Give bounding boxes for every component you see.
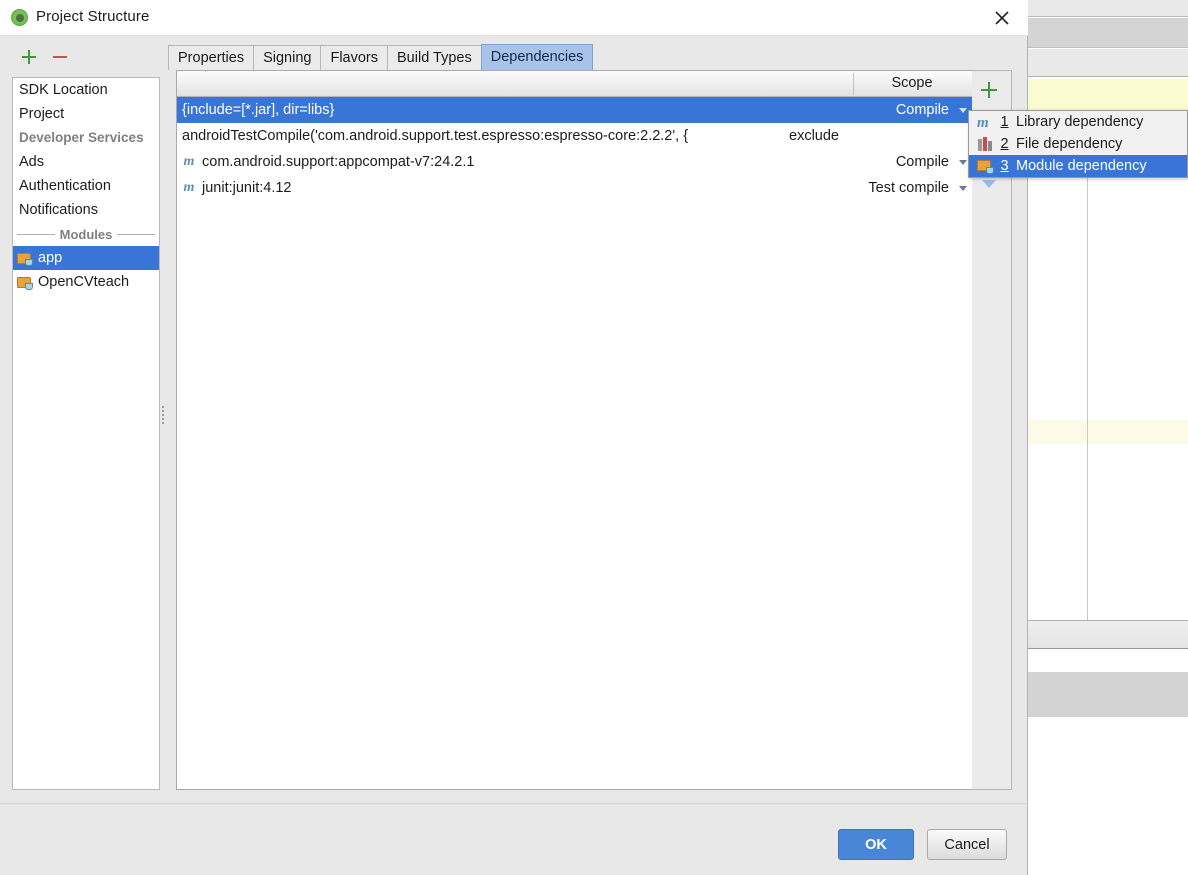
sidebar-module-opencvteach[interactable]: OpenCVteach xyxy=(13,270,159,294)
tab-properties[interactable]: Properties xyxy=(168,45,255,70)
tab-flavors[interactable]: Flavors xyxy=(320,45,389,70)
bg-editor-highlight-line xyxy=(1020,79,1188,112)
cancel-button[interactable]: Cancel xyxy=(927,829,1007,860)
dependency-exclude-label: exclude xyxy=(789,128,839,144)
dependency-scope[interactable]: Compile xyxy=(837,149,955,175)
move-down-icon[interactable] xyxy=(982,180,996,188)
table-button-strip xyxy=(972,70,1012,790)
remove-module-button[interactable] xyxy=(51,48,69,66)
bg-toolbar-band-1 xyxy=(1020,0,1188,17)
sidebar-module-label: OpenCVteach xyxy=(38,274,130,290)
menu-shortcut-number: 2 xyxy=(1000,136,1009,152)
menu-item-label: Module dependency xyxy=(1016,158,1147,174)
close-icon[interactable] xyxy=(988,4,1016,32)
android-studio-icon xyxy=(11,9,28,26)
module-folder-icon xyxy=(17,276,33,290)
maven-m-icon: m xyxy=(183,180,195,195)
sidebar-modules-separator: Modules xyxy=(13,222,159,246)
tab-signing[interactable]: Signing xyxy=(253,45,322,70)
bg-editor-area-2 xyxy=(1020,444,1188,620)
project-structure-dialog: Project Structure SDK Location Project D… xyxy=(0,0,1028,875)
menu-shortcut-number: 3 xyxy=(1000,158,1009,174)
menu-item-label: Library dependency xyxy=(1016,114,1144,130)
tab-build-types[interactable]: Build Types xyxy=(387,45,482,70)
dependencies-table: Scope {include=[*.jar], dir=libs} Compil… xyxy=(176,70,1012,790)
dependency-scope[interactable]: Test compile xyxy=(837,175,955,201)
menu-shortcut-number: 1 xyxy=(1000,114,1009,130)
sidebar-module-label: app xyxy=(38,250,63,266)
table-header-row: Scope xyxy=(177,71,1011,97)
bg-panel-white xyxy=(1020,650,1188,672)
dialog-titlebar: Project Structure xyxy=(0,0,1028,36)
sidebar-item-ads[interactable]: Ads xyxy=(13,150,159,174)
separator-line-right xyxy=(117,233,156,235)
dependency-name: androidTestCompile('com.android.support.… xyxy=(182,128,689,144)
dependency-scope[interactable]: Compile xyxy=(837,97,955,123)
books-icon xyxy=(977,137,993,151)
sidebar-item-project[interactable]: Project xyxy=(13,102,159,126)
table-row[interactable]: {include=[*.jar], dir=libs} Compile xyxy=(177,97,1011,123)
bg-panel-bottom xyxy=(1020,717,1188,875)
sidebar-module-app[interactable]: app xyxy=(13,246,159,270)
module-tabs[interactable]: Properties Signing Flavors Build Types D… xyxy=(168,44,594,70)
add-dependency-menu[interactable]: m 1 Library dependency 2 File dependency… xyxy=(968,110,1188,178)
maven-m-icon: m xyxy=(977,115,989,131)
ok-button[interactable]: OK xyxy=(838,829,914,860)
bg-toolbar-band-3 xyxy=(1020,49,1188,77)
menu-item-file-dependency[interactable]: 2 File dependency xyxy=(969,133,1187,155)
add-module-button[interactable] xyxy=(20,48,38,66)
column-header-scope[interactable]: Scope xyxy=(853,71,971,96)
dependency-name: m junit:junit:4.12 xyxy=(182,175,292,201)
bg-toolbar-band-2 xyxy=(1020,18,1188,48)
bg-panel-gray xyxy=(1020,672,1188,717)
menu-item-library-dependency[interactable]: m 1 Library dependency xyxy=(969,111,1187,133)
module-folder-icon xyxy=(977,159,994,174)
sidebar-item-notifications[interactable]: Notifications xyxy=(13,198,159,222)
menu-item-label: File dependency xyxy=(1016,136,1123,152)
separator-line-left xyxy=(17,233,55,235)
bg-editor-gutter-line xyxy=(1087,112,1088,620)
dialog-title: Project Structure xyxy=(36,8,150,25)
dependency-name: {include=[*.jar], dir=libs} xyxy=(182,102,335,118)
chevron-down-icon[interactable] xyxy=(959,160,967,165)
add-dependency-button[interactable] xyxy=(979,80,999,100)
maven-m-icon: m xyxy=(183,154,195,169)
chevron-down-icon[interactable] xyxy=(959,108,967,113)
dependency-name: m com.android.support:appcompat-v7:24.2.… xyxy=(182,149,475,175)
table-row[interactable]: androidTestCompile('com.android.support.… xyxy=(177,123,1011,149)
footer-divider xyxy=(0,803,1028,804)
sidebar-item-sdk-location[interactable]: SDK Location xyxy=(13,78,159,102)
bg-status-band-2 xyxy=(1020,621,1188,649)
sidebar-item-authentication[interactable]: Authentication xyxy=(13,174,159,198)
settings-sidebar[interactable]: SDK Location Project Developer Services … xyxy=(12,77,160,790)
panel-splitter-handle[interactable] xyxy=(161,404,166,428)
table-row[interactable]: m junit:junit:4.12 Test compile xyxy=(177,175,1011,201)
sidebar-modules-label: Modules xyxy=(59,226,113,242)
menu-item-module-dependency[interactable]: 3 Module dependency xyxy=(969,155,1187,177)
bg-editor-highlight-line-2 xyxy=(1020,420,1188,444)
module-folder-icon xyxy=(17,252,33,266)
tab-dependencies[interactable]: Dependencies xyxy=(480,44,594,70)
sidebar-group-developer-services: Developer Services xyxy=(19,130,144,145)
chevron-down-icon[interactable] xyxy=(959,186,967,191)
table-row[interactable]: m com.android.support:appcompat-v7:24.2.… xyxy=(177,149,1011,175)
